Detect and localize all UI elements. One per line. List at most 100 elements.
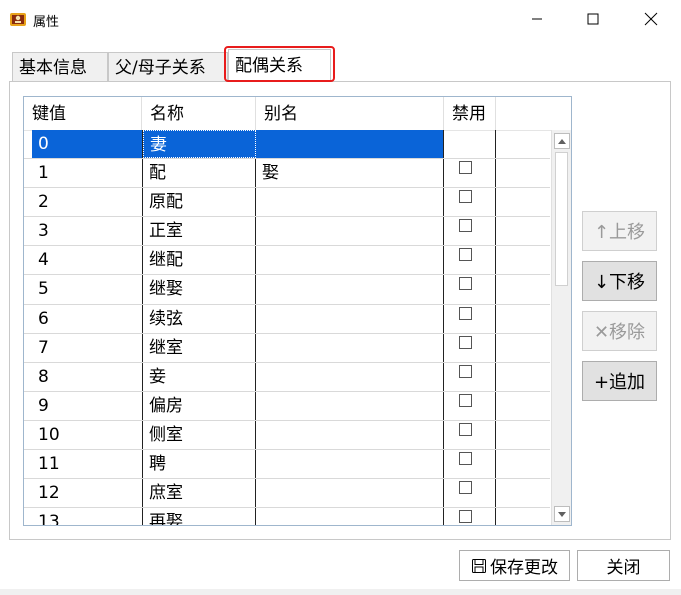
cell-alias: 娶 (256, 159, 444, 188)
cell-disabled (444, 188, 496, 217)
cell-key: 2 (32, 188, 143, 217)
window-bottom-edge (0, 589, 681, 595)
disabled-checkbox[interactable] (459, 132, 472, 145)
cell-alias (256, 217, 444, 246)
table-row[interactable]: 11 聘 (24, 450, 550, 480)
cell-disabled (444, 275, 496, 304)
cell-key: 11 (32, 450, 143, 479)
cell-key: 1 (32, 159, 143, 188)
table-row[interactable]: 5 继娶 (24, 275, 550, 305)
cell-alias (256, 479, 444, 508)
cell-disabled (444, 246, 496, 275)
cell-alias (256, 188, 444, 217)
cell-disabled (444, 391, 496, 420)
cell-name: 继室 (143, 333, 256, 362)
disabled-checkbox[interactable] (459, 277, 472, 291)
cell-name: 聘 (143, 450, 256, 479)
cell-alias (256, 275, 444, 304)
cell-alias (256, 450, 444, 479)
table-row[interactable]: 10 侧室 (24, 420, 550, 451)
move-up-button[interactable]: ↑上移 (582, 211, 657, 251)
disabled-checkbox[interactable] (459, 510, 472, 524)
cell-name: 续弦 (143, 304, 256, 333)
cell-key: 3 (32, 217, 143, 246)
table-row[interactable]: 4 继配 (24, 246, 550, 276)
save-changes-button[interactable]: 保存更改 (459, 550, 570, 581)
cell-alias (256, 391, 444, 420)
disabled-checkbox[interactable] (459, 364, 472, 378)
tab-spouse-relation[interactable]: 配偶关系 (228, 49, 331, 82)
disabled-checkbox[interactable] (459, 393, 472, 407)
column-header-name[interactable]: 名称 (142, 97, 256, 130)
column-header-disabled[interactable]: 禁用 (444, 97, 496, 130)
table-row[interactable]: 9 偏房 (24, 391, 550, 421)
disabled-checkbox[interactable] (459, 335, 472, 349)
disabled-checkbox[interactable] (459, 248, 472, 262)
table-row[interactable]: 3 正室 (24, 217, 550, 247)
cell-name: 原配 (143, 188, 256, 217)
disabled-checkbox[interactable] (459, 219, 472, 233)
cell-disabled (444, 362, 496, 391)
cell-disabled (444, 130, 496, 159)
disabled-checkbox[interactable] (459, 306, 472, 320)
disabled-checkbox[interactable] (459, 161, 472, 175)
vertical-scrollbar[interactable] (551, 130, 571, 525)
disabled-checkbox[interactable] (459, 452, 472, 466)
scroll-up-button[interactable] (554, 133, 570, 149)
relation-table[interactable]: 键值 名称 别名 禁用 0 妻 1 配 娶 2 原配 3 正室 4 继配 5 继… (23, 96, 572, 526)
scroll-down-button[interactable] (554, 506, 570, 522)
cell-key: 4 (32, 246, 143, 275)
cell-key: 5 (32, 275, 143, 304)
cell-name: 妾 (143, 362, 256, 391)
cell-alias (256, 130, 444, 159)
cell-disabled (444, 333, 496, 362)
maximize-icon (587, 13, 599, 25)
tab-parent-child-relation[interactable]: 父/母子关系 (108, 52, 228, 82)
table-row[interactable]: 2 原配 (24, 188, 550, 218)
scroll-up-arrow-icon (558, 138, 566, 144)
table-row[interactable]: 7 继室 (24, 333, 550, 363)
maximize-button[interactable] (564, 0, 622, 38)
column-header-alias[interactable]: 别名 (256, 97, 444, 130)
column-header-key[interactable]: 键值 (24, 97, 142, 130)
move-down-button[interactable]: ↓下移 (582, 261, 657, 301)
cell-name: 妻 (143, 130, 256, 159)
close-window-button[interactable] (622, 0, 680, 38)
scroll-thumb[interactable] (555, 152, 568, 286)
cell-disabled (444, 159, 496, 188)
table-row[interactable]: 6 续弦 (24, 304, 550, 334)
cell-disabled (444, 304, 496, 333)
minimize-icon (532, 18, 542, 20)
cell-name: 侧室 (143, 420, 256, 450)
disabled-checkbox[interactable] (459, 481, 472, 495)
tab-basic-info[interactable]: 基本信息 (12, 52, 108, 82)
cell-disabled (444, 420, 496, 450)
cell-name: 正室 (143, 217, 256, 246)
title-bar: 属性 (0, 0, 681, 38)
add-button[interactable]: +追加 (582, 361, 657, 401)
cell-key: 6 (32, 304, 143, 333)
cell-alias (256, 420, 444, 450)
table-row[interactable]: 8 妾 (24, 362, 550, 392)
disabled-checkbox[interactable] (459, 422, 472, 436)
cell-key: 0 (32, 130, 143, 159)
window-title: 属性 (33, 15, 60, 30)
remove-button[interactable]: ✕移除 (582, 311, 657, 351)
table-row[interactable]: 1 配 娶 (24, 159, 550, 189)
scroll-down-arrow-icon (558, 511, 566, 517)
table-row[interactable]: 12 庶室 (24, 479, 550, 509)
minimize-button[interactable] (508, 0, 566, 38)
app-icon (10, 13, 26, 26)
cell-name: 庶室 (143, 479, 256, 508)
cell-key: 10 (32, 420, 143, 450)
disabled-checkbox[interactable] (459, 190, 472, 204)
cell-disabled (444, 508, 496, 525)
close-button[interactable]: 关闭 (577, 550, 670, 581)
save-changes-label: 保存更改 (490, 558, 558, 578)
cell-alias (256, 362, 444, 391)
table-row[interactable]: 0 妻 (24, 130, 550, 160)
cell-name: 继娶 (143, 275, 256, 304)
table-row[interactable]: 13 再娶 (24, 508, 550, 525)
table-body: 0 妻 1 配 娶 2 原配 3 正室 4 继配 5 继娶 6 续弦 7 继室 … (24, 130, 550, 525)
save-icon (472, 558, 486, 573)
